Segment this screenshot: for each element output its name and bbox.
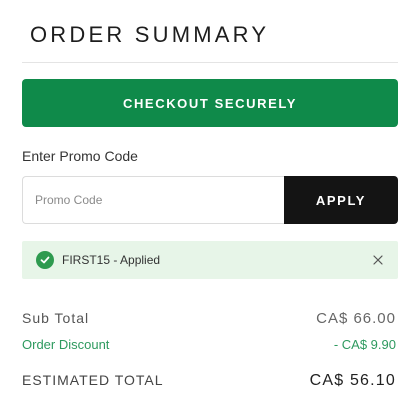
subtotal-row: Sub Total CA$ 66.00: [22, 310, 396, 327]
check-circle-icon: [36, 251, 54, 269]
promo-applied-banner: FIRST15 - Applied: [22, 241, 398, 279]
estimated-total-value: CA$ 56.10: [309, 372, 396, 389]
order-summary-title: ORDER SUMMARY: [30, 22, 270, 47]
estimated-total-label: ESTIMATED TOTAL: [22, 372, 164, 388]
close-icon[interactable]: [370, 252, 386, 268]
discount-value: - CA$ 9.90: [333, 337, 396, 352]
discount-row: Order Discount - CA$ 9.90: [22, 337, 396, 352]
promo-applied-text: FIRST15 - Applied: [62, 253, 161, 267]
apply-promo-button[interactable]: APPLY: [284, 176, 398, 224]
promo-code-input[interactable]: [22, 176, 284, 224]
promo-code-label: Enter Promo Code: [22, 148, 138, 164]
subtotal-value: CA$ 66.00: [316, 310, 396, 327]
promo-code-row: APPLY: [22, 176, 398, 224]
title-divider: [22, 62, 398, 63]
subtotal-label: Sub Total: [22, 310, 90, 326]
discount-label: Order Discount: [22, 337, 110, 352]
estimated-total-row: ESTIMATED TOTAL CA$ 56.10: [22, 372, 396, 390]
checkout-securely-button[interactable]: CHECKOUT SECURELY: [22, 79, 398, 127]
